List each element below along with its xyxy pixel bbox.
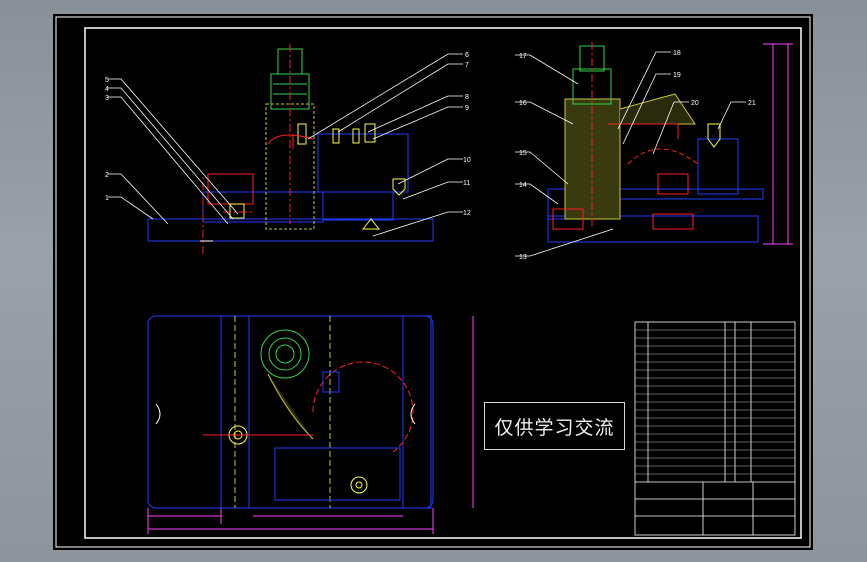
balloon-19: 19 <box>673 72 681 79</box>
title-block <box>634 321 796 536</box>
cad-viewport[interactable]: 1 2 3 4 5 6 7 8 9 10 11 12 13 14 15 16 1… <box>53 14 813 550</box>
cylinder-top <box>260 329 310 379</box>
watermark-label: 仅供学习交流 <box>484 402 625 450</box>
support-block <box>322 191 394 221</box>
balloon-18: 18 <box>673 50 681 57</box>
swing-arm <box>207 173 254 205</box>
balloon-14: 14 <box>519 182 527 189</box>
balloon-11: 11 <box>463 180 470 187</box>
locating-bolt <box>229 203 245 219</box>
clamp-lever <box>619 93 696 125</box>
top-view <box>147 315 474 534</box>
side-view <box>547 42 793 245</box>
balloon-10: 10 <box>463 157 471 164</box>
balloon-1: 1 <box>105 195 109 202</box>
balloon-13: 13 <box>519 254 527 261</box>
part-leaders <box>108 51 746 257</box>
clamp-plate <box>317 133 409 193</box>
balloon-9: 9 <box>465 105 469 112</box>
assembly-drawing: 1 2 3 4 5 6 7 8 9 10 11 12 13 14 15 16 1… <box>55 16 811 548</box>
balloon-12: 12 <box>463 210 471 217</box>
fixture-body <box>202 191 324 223</box>
balloon-21: 21 <box>748 100 756 107</box>
balloon-7: 7 <box>465 62 469 69</box>
balloon-16: 16 <box>519 100 527 107</box>
balloon-8: 8 <box>465 94 469 101</box>
balloon-15: 15 <box>519 150 527 157</box>
front-view <box>147 44 434 254</box>
balloon-5: 5 <box>105 77 109 84</box>
balloon-3: 3 <box>105 95 109 102</box>
balloon-2: 2 <box>105 172 109 179</box>
balloon-20: 20 <box>691 100 699 107</box>
balloon-6: 6 <box>465 52 469 59</box>
balloon-4: 4 <box>105 86 109 93</box>
balloon-17: 17 <box>519 53 527 60</box>
